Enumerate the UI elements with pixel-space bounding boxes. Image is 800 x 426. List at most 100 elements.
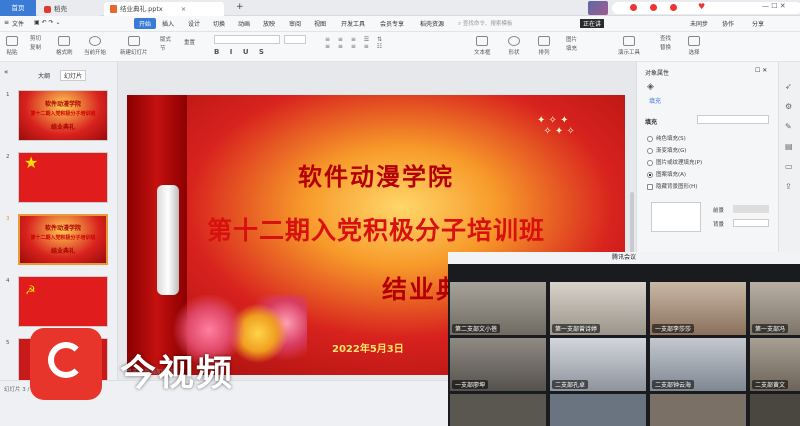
- sync-status[interactable]: 未同步: [690, 19, 708, 28]
- paragraph-buttons[interactable]: ≡ ≡ ≡ ☰ ⇅ ≡ ≡ ≡ ≡ ☷: [325, 36, 435, 58]
- share-icon[interactable]: ⇪: [785, 182, 792, 191]
- shape-button[interactable]: 形状: [508, 36, 520, 56]
- hide-background-option[interactable]: 隐藏背景图形(H): [647, 182, 697, 190]
- fill-section-title[interactable]: 填充: [645, 117, 657, 126]
- menu-devtools[interactable]: 开发工具: [341, 19, 365, 28]
- textbox-button[interactable]: 文本框: [474, 36, 491, 56]
- menu-animation[interactable]: 动画: [238, 19, 250, 28]
- video-tile[interactable]: 第一支部冯: [750, 282, 800, 335]
- tab-slides[interactable]: 幻灯片: [60, 70, 87, 81]
- video-tile[interactable]: 二支部钟云海: [650, 338, 746, 391]
- paste-button[interactable]: 粘贴: [6, 36, 18, 56]
- pen-icon[interactable]: ✎: [785, 122, 792, 131]
- pattern-fill-option[interactable]: 图案填充(A): [647, 170, 686, 178]
- menu-transition[interactable]: 切换: [213, 19, 225, 28]
- picture-button[interactable]: 图片: [566, 36, 577, 45]
- video-tile[interactable]: 二支部黄文: [750, 338, 800, 391]
- collapse-panel-icon[interactable]: «: [4, 68, 8, 76]
- new-tab-button[interactable]: +: [230, 0, 250, 14]
- format-painter-button[interactable]: 格式刷: [56, 36, 73, 56]
- fill-button[interactable]: 填充: [566, 45, 577, 54]
- share-button[interactable]: 分享: [752, 19, 764, 28]
- from-current-button[interactable]: 当前开始: [84, 36, 106, 56]
- video-tile[interactable]: [450, 394, 546, 426]
- background-color-select[interactable]: [733, 219, 769, 227]
- arrange-button[interactable]: 排列: [538, 36, 550, 56]
- fill-tab[interactable]: 填充: [649, 96, 661, 105]
- app-logo: [30, 328, 102, 400]
- close-tab-icon[interactable]: ×: [181, 5, 186, 13]
- layers-icon[interactable]: ▤: [785, 142, 793, 151]
- menu-review[interactable]: 审阅: [289, 19, 301, 28]
- video-tile[interactable]: 二支部孔卓: [550, 338, 646, 391]
- picture-fill-group: 图片 填充: [566, 36, 577, 54]
- hamburger-icon[interactable]: ≡: [4, 19, 9, 26]
- participant-name: 第一支部冯: [752, 324, 789, 333]
- menu-insert[interactable]: 插入: [162, 19, 174, 28]
- slide-title-class[interactable]: 第十二期入党积极分子培训班: [127, 211, 625, 247]
- collab-button[interactable]: 协作: [722, 19, 734, 28]
- hide-background-label: 隐藏背景图形(H): [656, 184, 698, 190]
- fill-dropdown[interactable]: [697, 115, 769, 124]
- select-button[interactable]: 选择: [688, 36, 700, 56]
- tab-document-label: 结业典礼.pptx: [120, 5, 163, 13]
- menu-member[interactable]: 会员专享: [380, 19, 404, 28]
- slide-thumb-3-selected[interactable]: 软件动漫学院 第十二期入党积极分子培训班 结业典礼: [18, 214, 108, 265]
- font-size-select[interactable]: [284, 35, 306, 44]
- tab-home[interactable]: 首页: [0, 0, 36, 16]
- menu-start[interactable]: 开始: [134, 18, 157, 29]
- gradient-fill-option[interactable]: 渐变填充(G): [647, 146, 687, 154]
- rec-next-icon[interactable]: [670, 4, 677, 11]
- rec-prev-icon[interactable]: [630, 4, 637, 11]
- format-label: 格式刷: [56, 50, 73, 56]
- user-avatar[interactable]: [588, 1, 608, 15]
- pattern-preview[interactable]: [651, 202, 701, 232]
- slide-thumb-2[interactable]: ★: [18, 152, 108, 203]
- heart-icon[interactable]: ♥: [698, 2, 705, 11]
- menu-design[interactable]: 设计: [188, 19, 200, 28]
- menu-docer[interactable]: 稻壳资源: [420, 19, 444, 28]
- slide-title-school[interactable]: 软件动漫学院: [127, 157, 625, 192]
- section-button[interactable]: 节: [160, 45, 171, 54]
- text-style-buttons[interactable]: B I U S: [214, 48, 268, 56]
- tab-outline[interactable]: 大纲: [38, 71, 50, 80]
- video-tile[interactable]: 一支部廖坤: [450, 338, 546, 391]
- menu-view[interactable]: 视图: [314, 19, 326, 28]
- slide-date[interactable]: 2022年5月3日: [332, 340, 404, 355]
- new-slide-button[interactable]: 新建幻灯片: [120, 36, 148, 56]
- save-icon[interactable]: ▣ ↶ ↷ ⌄: [34, 19, 60, 26]
- video-tile[interactable]: [750, 394, 800, 426]
- video-tile[interactable]: [650, 394, 746, 426]
- tab-document[interactable]: 结业典礼.pptx ×: [104, 2, 224, 16]
- foreground-color-select[interactable]: [733, 205, 769, 213]
- settings-icon[interactable]: ⚙: [785, 102, 792, 111]
- show-tool-button[interactable]: 演示工具: [618, 36, 640, 56]
- find-button[interactable]: 查找: [660, 35, 671, 44]
- replace-button[interactable]: 替换: [660, 44, 671, 53]
- layout-button[interactable]: 版式: [160, 36, 171, 45]
- slide-thumb-4[interactable]: ☭: [18, 276, 108, 327]
- brand-watermark: 今视频: [120, 353, 235, 394]
- reset-button[interactable]: 重置: [184, 38, 195, 46]
- tab-wps[interactable]: 稻壳: [38, 2, 100, 16]
- copy-button[interactable]: 复制: [30, 44, 41, 53]
- menu-file[interactable]: 文件: [12, 19, 24, 28]
- cut-button[interactable]: 剪切: [30, 35, 41, 44]
- video-tile[interactable]: 第一支部曾诗婷: [550, 282, 646, 335]
- picture-fill-option[interactable]: 图片或纹理填充(P): [647, 158, 702, 166]
- video-tile[interactable]: [550, 394, 646, 426]
- command-search[interactable]: ⌕ 查找命令、搜索模板: [458, 19, 536, 29]
- panel-controls-icon[interactable]: ☐ ✕: [755, 67, 767, 74]
- folder-icon[interactable]: ▭: [785, 162, 793, 171]
- rocket-icon[interactable]: ➶: [785, 82, 792, 91]
- find-replace-group: 查找 替换: [660, 35, 671, 53]
- video-tile[interactable]: 第二支部文小蓓: [450, 282, 546, 335]
- rec-play-icon[interactable]: [650, 4, 657, 11]
- font-name-select[interactable]: [214, 35, 280, 44]
- menu-slideshow[interactable]: 放映: [263, 19, 275, 28]
- slide-thumb-1[interactable]: 软件动漫学院 第十二期入党积极分子培训班 结业典礼: [18, 90, 108, 141]
- window-controls-icon[interactable]: — ☐ ✕: [762, 2, 786, 10]
- solid-fill-option[interactable]: 纯色填充(S): [647, 134, 686, 142]
- video-tile[interactable]: 一支部李莎莎: [650, 282, 746, 335]
- fill-bucket-icon[interactable]: ◈: [647, 82, 654, 92]
